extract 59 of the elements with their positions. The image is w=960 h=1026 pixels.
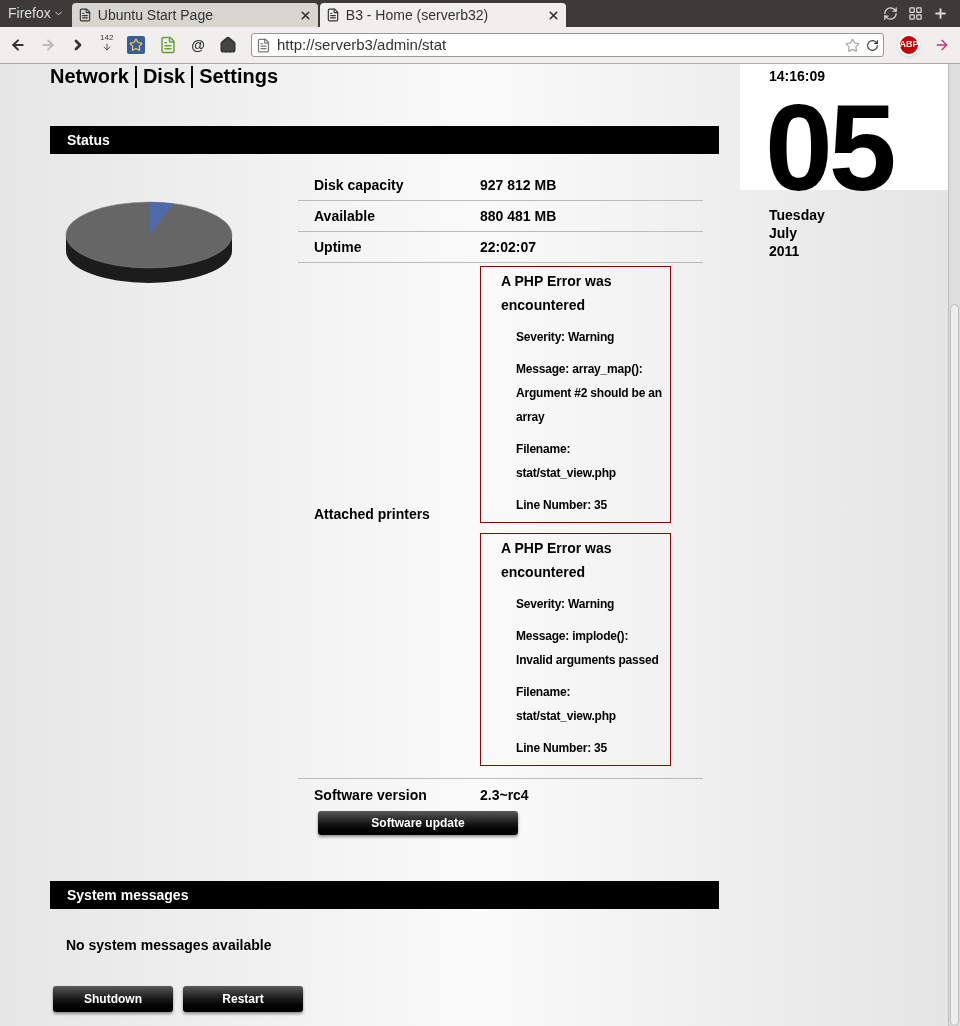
day-number: 05 — [765, 93, 893, 203]
page-icon — [77, 8, 92, 22]
bookmark-star-icon[interactable] — [127, 36, 146, 54]
firefox-menu[interactable]: Firefox — [0, 3, 72, 24]
row-label: Disk capacity — [313, 175, 405, 195]
error-detail: Filename: stat/stat_view.php — [515, 441, 617, 482]
error-detail: Line Number: 35 — [515, 740, 609, 757]
error-title: A PHP Error was encountered — [501, 272, 613, 315]
year: 2011 — [769, 242, 801, 260]
row-label: Available — [313, 206, 376, 226]
download-count: 142 — [100, 32, 114, 42]
close-icon[interactable] — [546, 8, 560, 22]
row-value: 2.3~rc4 — [480, 785, 529, 805]
grid-icon[interactable] — [908, 6, 923, 21]
row-value: 927 812 MB — [480, 175, 557, 195]
row-label: Software version — [313, 785, 428, 805]
sync-icon[interactable] — [883, 6, 898, 21]
tab-title: B3 - Home (serverb32) — [345, 5, 490, 25]
browser-tab[interactable]: Ubuntu Start Page — [71, 3, 318, 27]
action-button[interactable]: Restart — [183, 986, 303, 1012]
row-label: Attached printers — [313, 505, 431, 524]
star-icon[interactable] — [845, 37, 860, 53]
row-value: 22:02:07 — [480, 237, 537, 257]
system-message: No system messages available — [65, 936, 273, 955]
error-detail: Line Number: 35 — [515, 497, 609, 514]
clock-time: 14:16:09 — [769, 67, 827, 86]
mail-button[interactable]: @ — [191, 34, 205, 56]
home-icon[interactable] — [219, 36, 237, 54]
download-icon[interactable] — [101, 41, 112, 52]
plus-icon[interactable] — [933, 6, 948, 21]
back-icon[interactable] — [10, 37, 26, 53]
error-detail: Message: array_map(): Argument #2 should be an array — [515, 361, 663, 426]
reload-icon[interactable] — [866, 38, 879, 52]
section-header: Status — [50, 126, 719, 154]
weekday: Tuesday — [769, 206, 826, 224]
error-detail: Severity: Warning — [515, 596, 616, 613]
url-text: http://serverb3/admin/stat — [277, 34, 448, 55]
adblock-button[interactable]: ABP — [898, 34, 920, 56]
nav-link[interactable]: Network — [50, 66, 129, 88]
error-detail: Message: implode(): Invalid arguments passed — [515, 628, 660, 669]
page-icon — [325, 8, 340, 22]
row-value: 880 481 MB — [480, 206, 557, 226]
close-icon[interactable] — [298, 8, 312, 22]
page-icon — [256, 37, 271, 53]
month: July — [769, 224, 798, 242]
scrollbar[interactable] — [948, 64, 960, 1026]
url-field[interactable]: http://serverb3/admin/stat — [251, 33, 884, 57]
error-title: A PHP Error was encountered — [501, 539, 613, 582]
nav-link[interactable]: Disk — [142, 66, 186, 88]
error-detail: Severity: Warning — [515, 329, 616, 346]
error-detail: Filename: stat/stat_view.php — [515, 684, 617, 725]
tab-title: Ubuntu Start Page — [97, 5, 214, 25]
section-header: System messages — [50, 881, 719, 909]
row-label: Uptime — [313, 237, 363, 257]
software-update-button[interactable]: Software update — [318, 811, 518, 835]
nav-link[interactable]: Settings — [199, 66, 279, 88]
browser-tab[interactable]: B3 - Home (serverb32) — [319, 3, 566, 27]
sidebar-icon[interactable] — [159, 36, 178, 54]
action-button[interactable]: Shutdown — [53, 986, 173, 1012]
